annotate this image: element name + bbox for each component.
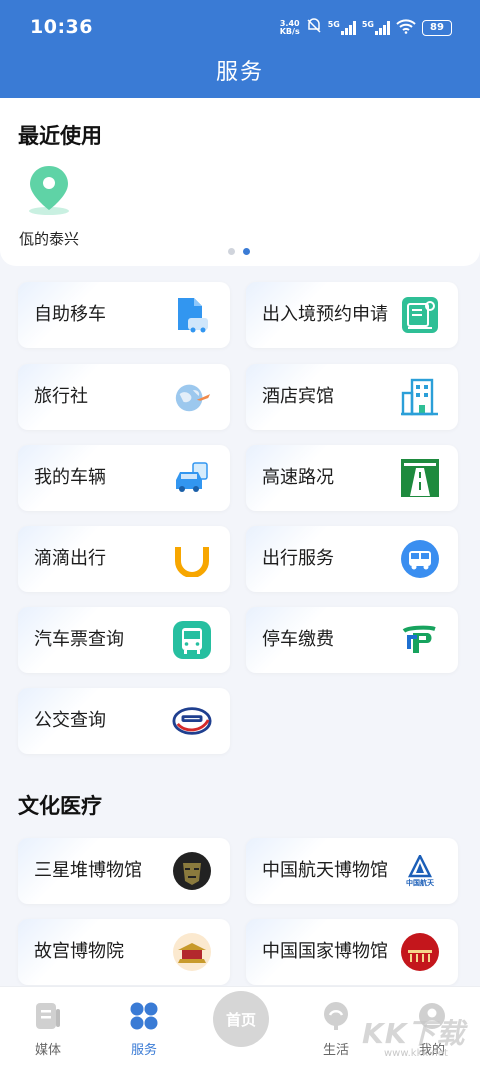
car-document-icon bbox=[172, 458, 212, 498]
bronze-mask-icon bbox=[172, 851, 212, 891]
national-museum-logo-icon bbox=[400, 932, 440, 972]
wifi-icon bbox=[396, 18, 416, 37]
recent-title: 最近使用 bbox=[18, 124, 102, 148]
service-label: 出入境预约申请 bbox=[262, 304, 388, 325]
location-pin-icon bbox=[25, 164, 73, 220]
service-label: 酒店宾馆 bbox=[262, 386, 334, 407]
status-time: 10:36 bbox=[30, 16, 93, 38]
service-card-my-vehicle[interactable]: 我的车辆 bbox=[18, 445, 230, 511]
service-card-bus-ticket[interactable]: 汽车票查询 bbox=[18, 607, 230, 673]
building-icon bbox=[400, 377, 440, 417]
service-card-travel-service[interactable]: 出行服务 bbox=[246, 526, 458, 592]
bus-icon bbox=[172, 620, 212, 660]
globe-plane-icon bbox=[172, 377, 212, 417]
service-card-hotel[interactable]: 酒店宾馆 bbox=[246, 364, 458, 430]
service-label: 中国航天博物馆 bbox=[262, 860, 388, 881]
recent-item-label: 佤的泰兴 bbox=[18, 230, 79, 248]
services-grid-icon bbox=[129, 1001, 159, 1035]
service-card-exit-entry[interactable]: 出入境预约申请 bbox=[246, 282, 458, 348]
certificate-icon bbox=[400, 295, 440, 335]
recent-section: 最近使用 佤的泰兴 bbox=[0, 98, 480, 266]
palace-icon bbox=[172, 932, 212, 972]
service-card-travel-agency[interactable]: 旅行社 bbox=[18, 364, 230, 430]
life-icon bbox=[321, 1001, 351, 1035]
nav-label: 生活 bbox=[322, 1043, 349, 1058]
service-label: 公交查询 bbox=[34, 710, 106, 731]
page-indicator bbox=[228, 248, 250, 255]
service-card-highway[interactable]: 高速路况 bbox=[246, 445, 458, 511]
bus-circle-icon bbox=[400, 539, 440, 579]
home-icon: 首页 bbox=[225, 1010, 256, 1029]
service-label: 旅行社 bbox=[34, 386, 88, 407]
didi-logo-icon bbox=[172, 539, 212, 579]
watermark-text: KK下载 bbox=[362, 1017, 466, 1050]
nav-label: 媒体 bbox=[34, 1043, 61, 1058]
status-bar: 10:36 3.40 KB/s 5G 5G 89 bbox=[0, 0, 480, 52]
service-label: 高速路况 bbox=[262, 467, 334, 488]
network-speed: 3.40 KB/s bbox=[279, 18, 300, 36]
service-card-national-museum[interactable]: 中国国家博物馆 bbox=[246, 919, 458, 985]
recent-item[interactable]: 佤的泰兴 bbox=[14, 164, 84, 249]
aerospace-logo-icon: 中国航天 bbox=[400, 851, 440, 891]
service-label: 出行服务 bbox=[262, 548, 334, 569]
parking-logo-icon bbox=[400, 620, 440, 660]
document-car-icon bbox=[172, 295, 212, 335]
media-icon bbox=[33, 1001, 63, 1035]
watermark: KK下载 www.kkx.net bbox=[362, 1012, 480, 1064]
mute-icon bbox=[306, 18, 322, 37]
service-card-bus-query[interactable]: 公交查询 bbox=[18, 688, 230, 754]
service-label: 故宫博物院 bbox=[34, 941, 124, 962]
nav-life[interactable]: 生活 bbox=[301, 1001, 371, 1058]
page-title: 服务 bbox=[215, 60, 264, 85]
service-card-self-move-car[interactable]: 自助移车 bbox=[18, 282, 230, 348]
service-card-aerospace-museum[interactable]: 中国航天博物馆 中国航天 bbox=[246, 838, 458, 904]
highway-icon bbox=[400, 458, 440, 498]
status-icons: 3.40 KB/s 5G 5G 89 bbox=[280, 18, 452, 37]
service-card-parking[interactable]: 停车缴费 bbox=[246, 607, 458, 673]
service-label: 中国国家博物馆 bbox=[262, 941, 388, 962]
service-label: 汽车票查询 bbox=[34, 629, 124, 650]
signal-1: 5G bbox=[328, 20, 356, 35]
service-label: 停车缴费 bbox=[262, 629, 334, 650]
nav-services[interactable]: 服务 bbox=[109, 1001, 179, 1058]
service-label: 我的车辆 bbox=[34, 467, 106, 488]
service-card-palace-museum[interactable]: 故宫博物院 bbox=[18, 919, 230, 985]
transit-logo-icon bbox=[172, 701, 212, 741]
service-card-sanxingdui[interactable]: 三星堆博物馆 bbox=[18, 838, 230, 904]
nav-label: 服务 bbox=[130, 1043, 157, 1058]
culture-title: 文化医疗 bbox=[18, 794, 102, 818]
battery-indicator: 89 bbox=[422, 19, 452, 36]
top-bar: 10:36 3.40 KB/s 5G 5G 89 服务 bbox=[0, 0, 480, 98]
service-label: 滴滴出行 bbox=[34, 548, 106, 569]
watermark-url: www.kkx.net bbox=[384, 1048, 448, 1059]
service-label: 自助移车 bbox=[34, 304, 106, 325]
signal-2: 5G bbox=[362, 20, 390, 35]
service-card-didi[interactable]: 滴滴出行 bbox=[18, 526, 230, 592]
service-label: 三星堆博物馆 bbox=[34, 860, 142, 881]
nav-home[interactable]: 首页 bbox=[213, 991, 269, 1047]
nav-media[interactable]: 媒体 bbox=[13, 1001, 83, 1058]
